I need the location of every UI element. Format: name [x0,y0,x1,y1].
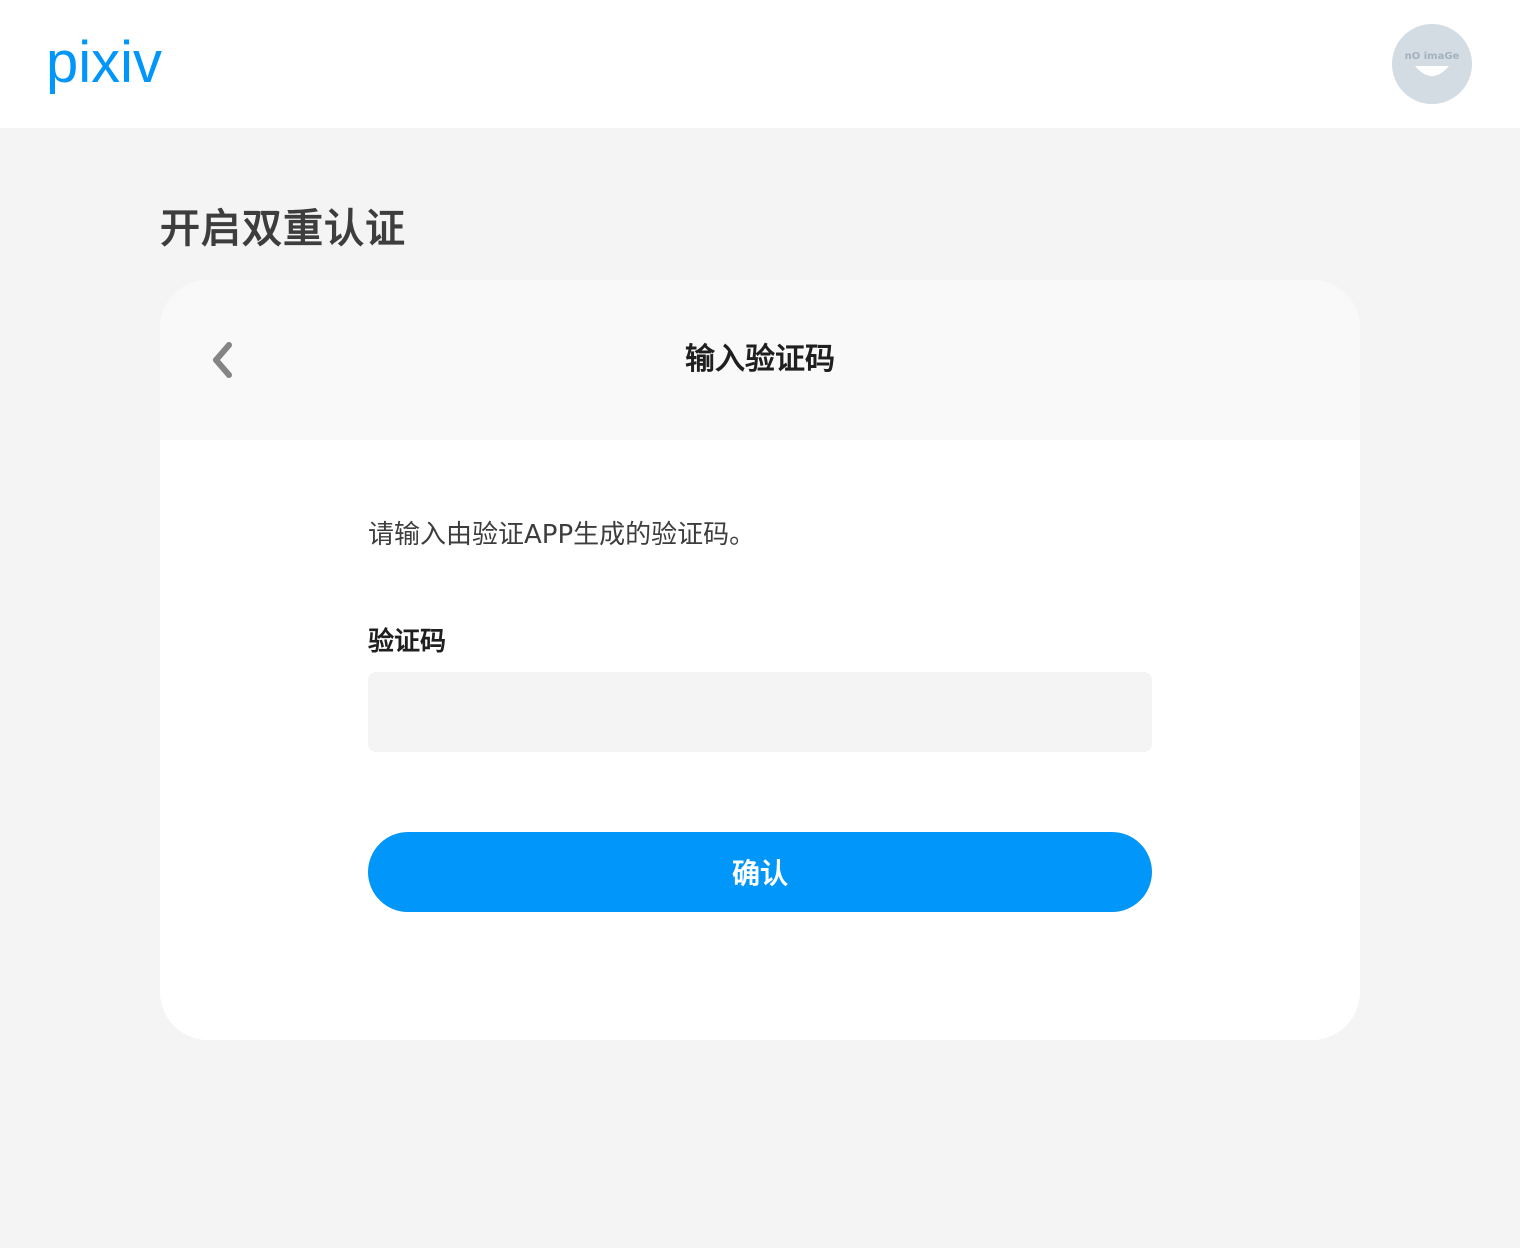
card-header: 输入验证码 [160,280,1360,440]
no-image-avatar-icon: nO imaGe [1392,24,1472,104]
page-title: 开启双重认证 [160,206,406,252]
avatar-text: nO imaGe [1405,51,1460,62]
logo-text: pixiv [46,30,162,95]
site-header: pixiv nO imaGe [0,0,1520,128]
pixiv-logo-icon: pixiv [46,30,162,95]
verification-card: 输入验证码 请输入由验证APP生成的验证码。 验证码 确认 [160,280,1360,1040]
user-avatar[interactable]: nO imaGe [1392,24,1472,104]
instructions-text: 请输入由验证APP生成的验证码。 [368,520,756,550]
card-title: 输入验证码 [685,342,835,377]
verification-code-input[interactable] [368,672,1152,752]
pixiv-logo[interactable]: pixiv [46,30,216,100]
confirm-button[interactable]: 确认 [368,832,1152,912]
code-field-label: 验证码 [368,627,447,657]
